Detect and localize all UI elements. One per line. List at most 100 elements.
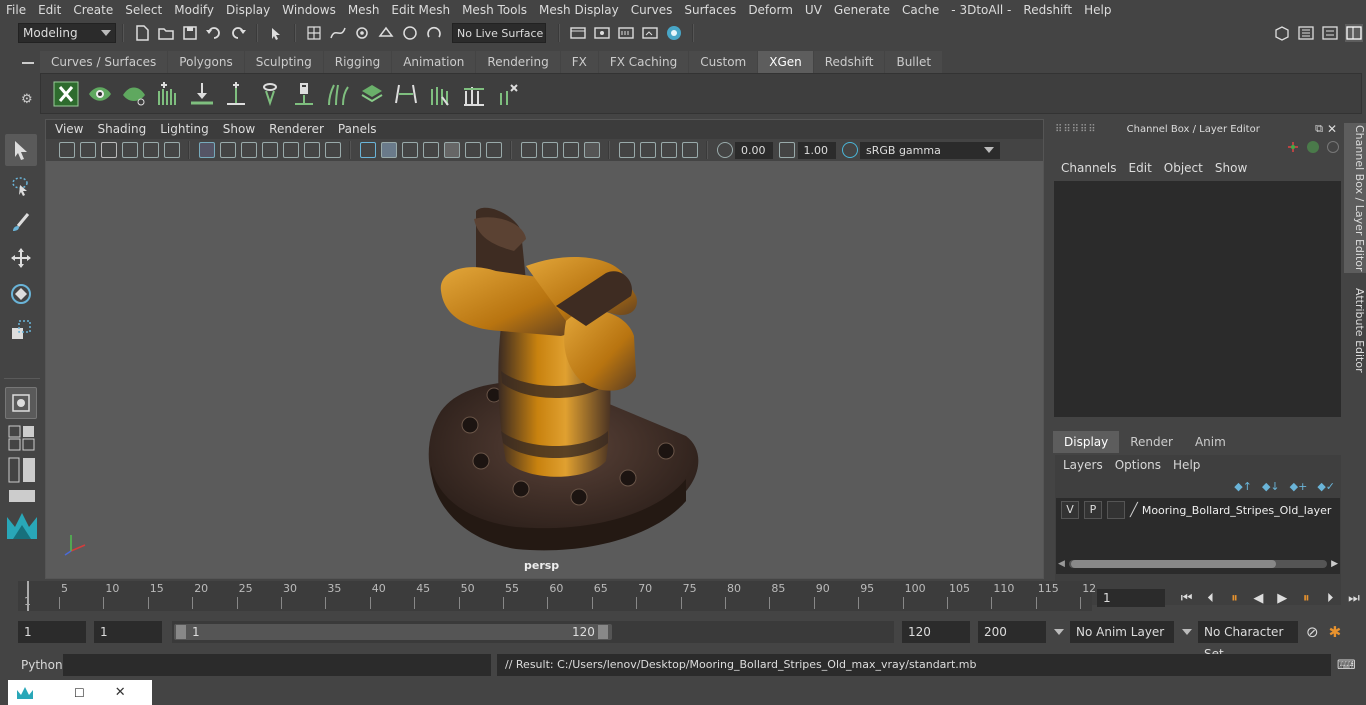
- menu-edit[interactable]: Edit: [32, 0, 67, 20]
- tab-display[interactable]: Display: [1053, 431, 1120, 453]
- hyperbolic-icon[interactable]: [1327, 141, 1339, 153]
- snap-surface-icon[interactable]: [401, 24, 419, 42]
- attribute-editor-toggle-icon[interactable]: [1297, 24, 1315, 42]
- cb-menu-show[interactable]: Show: [1209, 159, 1253, 177]
- menu-mesh-tools[interactable]: Mesh Tools: [456, 0, 533, 20]
- shelf-tab-bullet[interactable]: Bullet: [885, 51, 943, 73]
- comb-add-icon[interactable]: [154, 80, 182, 108]
- menu-mesh[interactable]: Mesh: [342, 0, 386, 20]
- spray-icon[interactable]: [494, 80, 522, 108]
- shelf-tab-rendering[interactable]: Rendering: [476, 51, 560, 73]
- shelf-tab-fx-caching[interactable]: FX Caching: [598, 51, 689, 73]
- scroll-right-icon[interactable]: ▶: [1331, 559, 1338, 569]
- gate-mask-icon[interactable]: [261, 142, 278, 158]
- shelf-tab-sculpting[interactable]: Sculpting: [244, 51, 323, 73]
- field-chart-icon[interactable]: [282, 142, 299, 158]
- camera-select-icon[interactable]: [58, 142, 75, 158]
- maya-app-icon[interactable]: [16, 686, 34, 700]
- scrollbar-thumb[interactable]: [1070, 560, 1276, 568]
- paint-select-tool-icon[interactable]: [5, 206, 37, 238]
- viewport-menu-shading[interactable]: Shading: [90, 120, 153, 139]
- bookmark-icon[interactable]: [100, 142, 117, 158]
- snap-curve-icon[interactable]: [329, 24, 347, 42]
- shelf-tab-animation[interactable]: Animation: [392, 51, 476, 73]
- cb-menu-channels[interactable]: Channels: [1055, 159, 1123, 177]
- safe-action-icon[interactable]: [303, 142, 320, 158]
- channel-list[interactable]: [1054, 181, 1341, 417]
- le-menu-options[interactable]: Options: [1109, 458, 1167, 472]
- xgen-x-icon[interactable]: [52, 80, 80, 108]
- menu-file[interactable]: File: [0, 0, 32, 20]
- menu-select[interactable]: Select: [119, 0, 168, 20]
- viewport-menu-view[interactable]: View: [48, 120, 90, 139]
- drag-handle-icon[interactable]: ⠿⠿⠿⠿⠿: [1055, 124, 1097, 135]
- layout-two-pane-icon[interactable]: [8, 457, 36, 483]
- shelf-tab-xgen[interactable]: XGen: [758, 51, 813, 73]
- lock-guide-icon[interactable]: [290, 80, 318, 108]
- cb-menu-edit[interactable]: Edit: [1123, 159, 1158, 177]
- smooth-shade-icon[interactable]: [380, 142, 397, 158]
- layer-display-type-toggle[interactable]: [1107, 501, 1125, 519]
- cut-icon[interactable]: [460, 80, 488, 108]
- maximize-icon[interactable]: ☐: [74, 686, 85, 700]
- lasso-tool-icon[interactable]: [5, 170, 37, 202]
- workspace-dropdown[interactable]: Modeling: [18, 23, 116, 43]
- bend-icon[interactable]: [392, 80, 420, 108]
- float-panel-icon[interactable]: ⧉: [1315, 122, 1323, 136]
- menu-display[interactable]: Display: [220, 0, 276, 20]
- channel-box-toggle-icon[interactable]: [1345, 24, 1363, 42]
- viewport-menu-show[interactable]: Show: [216, 120, 262, 139]
- scale-tool-icon[interactable]: [5, 314, 37, 346]
- make-live-icon[interactable]: [425, 24, 443, 42]
- place-guide-icon[interactable]: [188, 80, 216, 108]
- menu-modify[interactable]: Modify: [168, 0, 220, 20]
- shelf-tab-redshift[interactable]: Redshift: [813, 51, 885, 73]
- redo-icon[interactable]: [229, 24, 247, 42]
- auto-key-icon[interactable]: ⊘: [1306, 623, 1319, 641]
- go-to-end-icon[interactable]: ⏭: [1344, 588, 1364, 608]
- modeling-toolkit-icon[interactable]: [1273, 24, 1291, 42]
- select-tool-icon[interactable]: [5, 134, 37, 166]
- open-scene-icon[interactable]: [157, 24, 175, 42]
- tool-settings-toggle-icon[interactable]: [1321, 24, 1339, 42]
- add-guide-icon[interactable]: [222, 80, 250, 108]
- speed-icon[interactable]: [1307, 141, 1319, 153]
- tab-render[interactable]: Render: [1119, 431, 1184, 453]
- anim-layer-dropdown[interactable]: No Anim Layer: [1070, 621, 1174, 643]
- resolution-gate-icon[interactable]: [240, 142, 257, 158]
- shelf-tab-curves-surfaces[interactable]: Curves / Surfaces: [40, 51, 168, 73]
- menu-edit-mesh[interactable]: Edit Mesh: [385, 0, 456, 20]
- move-layer-down-icon[interactable]: ◆↓: [1262, 480, 1280, 493]
- chevron-down-icon[interactable]: [1182, 629, 1192, 635]
- grass-icon[interactable]: [324, 80, 352, 108]
- shelf-menu-icon[interactable]: [22, 62, 34, 64]
- layer-row[interactable]: V P ╱ Mooring_Bollard_Stripes_Old_layer: [1056, 498, 1340, 522]
- le-menu-help[interactable]: Help: [1167, 458, 1206, 472]
- script-editor-icon[interactable]: ⌨: [1337, 658, 1356, 673]
- leaf-icon[interactable]: [120, 80, 148, 108]
- multisample-icon[interactable]: [541, 142, 558, 158]
- render-view-icon[interactable]: [641, 24, 659, 42]
- menu-help[interactable]: Help: [1078, 0, 1117, 20]
- layers-icon[interactable]: [358, 80, 386, 108]
- wireframe-on-shaded-icon[interactable]: [401, 142, 418, 158]
- two-d-pan-icon[interactable]: [142, 142, 159, 158]
- gamma-field[interactable]: 1.00: [797, 141, 836, 159]
- move-layer-up-icon[interactable]: ◆↑: [1234, 480, 1252, 493]
- scroll-left-icon[interactable]: ◀: [1058, 559, 1065, 569]
- menu-curves[interactable]: Curves: [625, 0, 679, 20]
- time-slider[interactable]: 1510152025303540455055606570758085909510…: [18, 581, 1096, 611]
- layout-single-four-icon[interactable]: [8, 425, 36, 451]
- menu-deform[interactable]: Deform: [742, 0, 799, 20]
- command-input[interactable]: [63, 654, 491, 676]
- animation-start-field[interactable]: 1: [18, 621, 86, 643]
- new-layer-selected-icon[interactable]: ◆✓: [1317, 480, 1335, 493]
- current-frame-field[interactable]: 1: [1097, 589, 1165, 607]
- shelf-settings-gear-icon[interactable]: ⚙: [21, 92, 35, 107]
- step-forward-frame-icon[interactable]: ⏸: [1296, 588, 1316, 608]
- layout-outliner-icon[interactable]: [8, 489, 36, 503]
- undo-icon[interactable]: [205, 24, 223, 42]
- film-gate-icon[interactable]: [219, 142, 236, 158]
- range-start-handle[interactable]: [176, 625, 186, 639]
- eye-icon[interactable]: [86, 80, 114, 108]
